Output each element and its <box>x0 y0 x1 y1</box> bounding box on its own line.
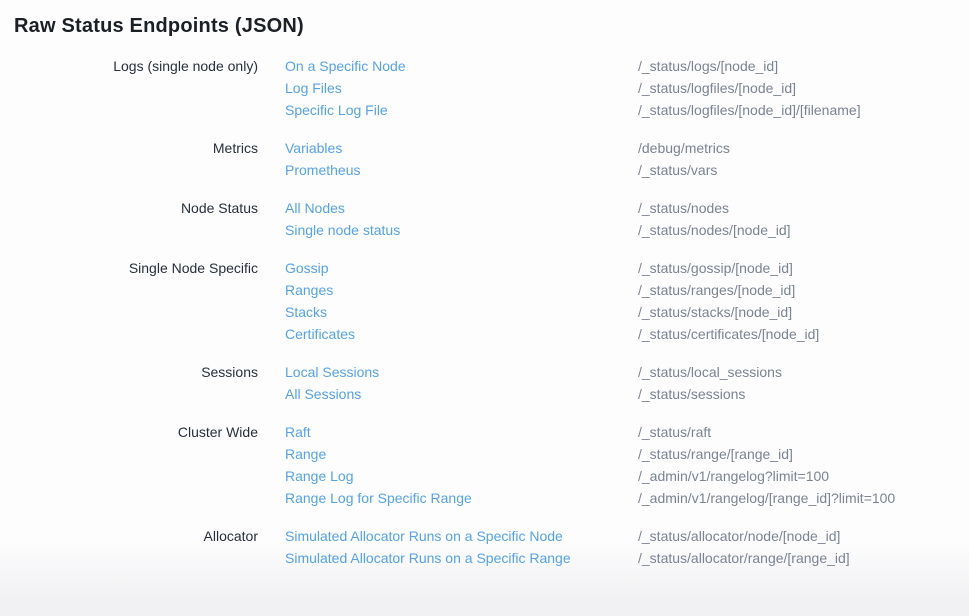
endpoint-row: Single node status /_status/nodes/[node_… <box>285 219 969 241</box>
endpoint-link[interactable]: All Nodes <box>285 197 638 219</box>
endpoint-link[interactable]: Range <box>285 443 638 465</box>
endpoint-path: /_status/sessions <box>638 383 745 405</box>
section-category-label: Metrics <box>0 137 258 181</box>
endpoint-link[interactable]: Certificates <box>285 323 638 345</box>
endpoint-section: Allocator Simulated Allocator Runs on a … <box>0 525 969 569</box>
endpoint-path: /_status/certificates/[node_id] <box>638 323 819 345</box>
endpoint-link[interactable]: Prometheus <box>285 159 638 181</box>
endpoint-path: /_status/local_sessions <box>638 361 782 383</box>
endpoint-path: /_status/range/[range_id] <box>638 443 793 465</box>
endpoint-path: /_admin/v1/rangelog/[range_id]?limit=100 <box>638 487 895 509</box>
endpoint-section: Logs (single node only) On a Specific No… <box>0 55 969 121</box>
endpoint-link[interactable]: Gossip <box>285 257 638 279</box>
endpoint-link[interactable]: Stacks <box>285 301 638 323</box>
endpoint-path: /_status/logs/[node_id] <box>638 55 778 77</box>
endpoint-link[interactable]: Ranges <box>285 279 638 301</box>
section-category-label: Allocator <box>0 525 258 569</box>
endpoint-link[interactable]: Range Log <box>285 465 638 487</box>
endpoint-row: Simulated Allocator Runs on a Specific R… <box>285 547 969 569</box>
endpoint-row: Local Sessions /_status/local_sessions <box>285 361 969 383</box>
section-category-label: Sessions <box>0 361 258 405</box>
endpoint-row: Range /_status/range/[range_id] <box>285 443 969 465</box>
endpoint-row: Log Files /_status/logfiles/[node_id] <box>285 77 969 99</box>
endpoint-section: Cluster Wide Raft /_status/raft Range /_… <box>0 421 969 509</box>
endpoint-link[interactable]: Variables <box>285 137 638 159</box>
endpoint-link[interactable]: All Sessions <box>285 383 638 405</box>
endpoint-sections: Logs (single node only) On a Specific No… <box>0 55 969 569</box>
endpoint-row: Gossip /_status/gossip/[node_id] <box>285 257 969 279</box>
endpoint-path: /_status/logfiles/[node_id] <box>638 77 796 99</box>
endpoint-row: Simulated Allocator Runs on a Specific N… <box>285 525 969 547</box>
endpoint-path: /_status/stacks/[node_id] <box>638 301 792 323</box>
endpoint-row: Certificates /_status/certificates/[node… <box>285 323 969 345</box>
section-rows: Gossip /_status/gossip/[node_id] Ranges … <box>285 257 969 345</box>
endpoint-section: Single Node Specific Gossip /_status/gos… <box>0 257 969 345</box>
endpoint-row: All Sessions /_status/sessions <box>285 383 969 405</box>
endpoint-link[interactable]: On a Specific Node <box>285 55 638 77</box>
section-rows: All Nodes /_status/nodes Single node sta… <box>285 197 969 241</box>
endpoint-row: Stacks /_status/stacks/[node_id] <box>285 301 969 323</box>
section-category-label: Cluster Wide <box>0 421 258 509</box>
endpoint-path: /_status/nodes/[node_id] <box>638 219 791 241</box>
endpoint-link[interactable]: Single node status <box>285 219 638 241</box>
section-category-label: Logs (single node only) <box>0 55 258 121</box>
section-rows: On a Specific Node /_status/logs/[node_i… <box>285 55 969 121</box>
endpoint-path: /debug/metrics <box>638 137 730 159</box>
endpoint-path: /_status/vars <box>638 159 717 181</box>
endpoint-row: Range Log for Specific Range /_admin/v1/… <box>285 487 969 509</box>
endpoint-link[interactable]: Local Sessions <box>285 361 638 383</box>
endpoint-row: All Nodes /_status/nodes <box>285 197 969 219</box>
endpoint-path: /_admin/v1/rangelog?limit=100 <box>638 465 829 487</box>
endpoint-row: Variables /debug/metrics <box>285 137 969 159</box>
endpoint-path: /_status/nodes <box>638 197 729 219</box>
endpoint-row: Specific Log File /_status/logfiles/[nod… <box>285 99 969 121</box>
endpoint-link[interactable]: Raft <box>285 421 638 443</box>
endpoint-row: Ranges /_status/ranges/[node_id] <box>285 279 969 301</box>
endpoint-link[interactable]: Log Files <box>285 77 638 99</box>
raw-status-endpoints-page: Raw Status Endpoints (JSON) Logs (single… <box>0 13 969 569</box>
endpoint-path: /_status/allocator/range/[range_id] <box>638 547 850 569</box>
section-category-label: Node Status <box>0 197 258 241</box>
endpoint-path: /_status/logfiles/[node_id]/[filename] <box>638 99 861 121</box>
endpoint-section: Sessions Local Sessions /_status/local_s… <box>0 361 969 405</box>
section-rows: Raft /_status/raft Range /_status/range/… <box>285 421 969 509</box>
endpoint-section: Node Status All Nodes /_status/nodes Sin… <box>0 197 969 241</box>
page-title: Raw Status Endpoints (JSON) <box>14 13 969 40</box>
endpoint-link[interactable]: Simulated Allocator Runs on a Specific R… <box>285 547 638 569</box>
endpoint-link[interactable]: Range Log for Specific Range <box>285 487 638 509</box>
endpoint-row: Range Log /_admin/v1/rangelog?limit=100 <box>285 465 969 487</box>
section-rows: Local Sessions /_status/local_sessions A… <box>285 361 969 405</box>
endpoint-row: On a Specific Node /_status/logs/[node_i… <box>285 55 969 77</box>
endpoint-link[interactable]: Simulated Allocator Runs on a Specific N… <box>285 525 638 547</box>
section-rows: Simulated Allocator Runs on a Specific N… <box>285 525 969 569</box>
endpoint-path: /_status/allocator/node/[node_id] <box>638 525 840 547</box>
endpoint-path: /_status/raft <box>638 421 711 443</box>
endpoint-section: Metrics Variables /debug/metrics Prometh… <box>0 137 969 181</box>
endpoint-path: /_status/ranges/[node_id] <box>638 279 795 301</box>
endpoint-row: Prometheus /_status/vars <box>285 159 969 181</box>
section-category-label: Single Node Specific <box>0 257 258 345</box>
endpoint-path: /_status/gossip/[node_id] <box>638 257 793 279</box>
section-rows: Variables /debug/metrics Prometheus /_st… <box>285 137 969 181</box>
endpoint-link[interactable]: Specific Log File <box>285 99 638 121</box>
endpoint-row: Raft /_status/raft <box>285 421 969 443</box>
